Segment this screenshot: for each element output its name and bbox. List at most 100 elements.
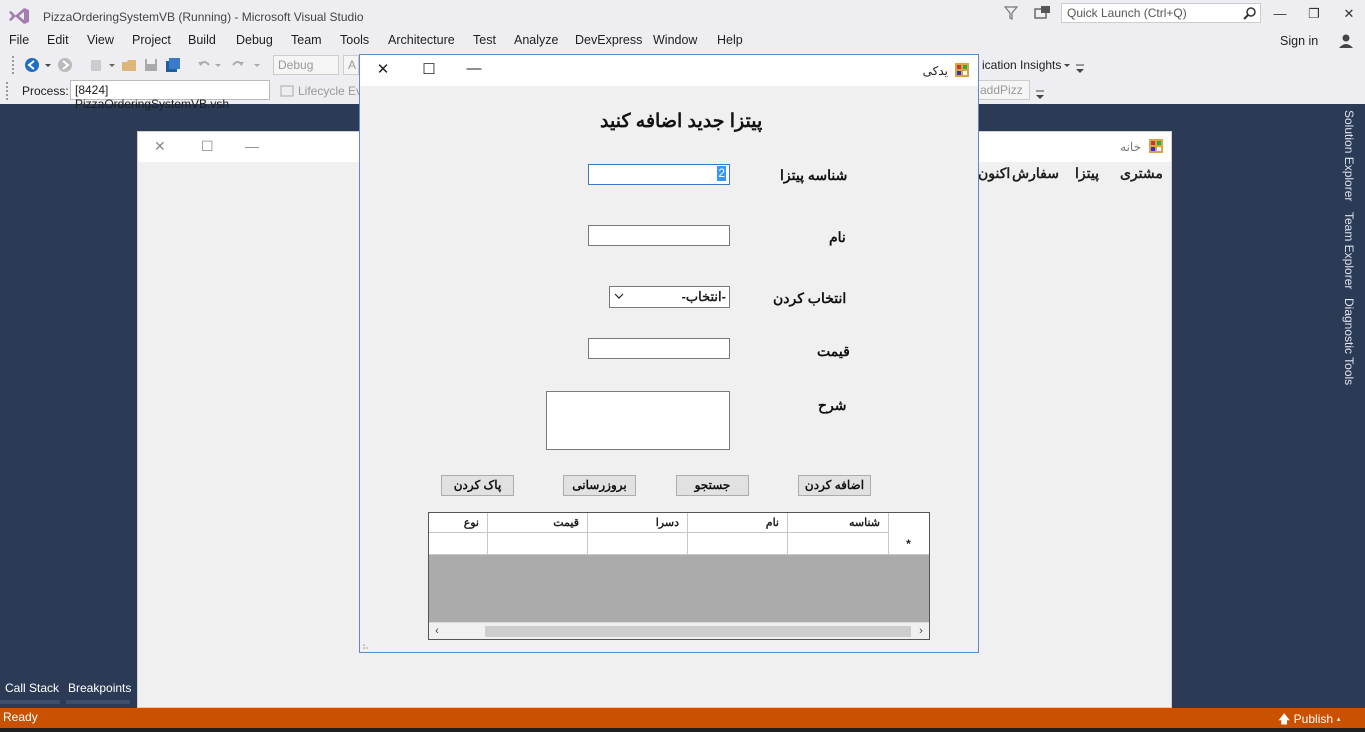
menu-bar: File Edit View Project Build Debug Team … xyxy=(0,32,1365,52)
new-dropdown-icon[interactable] xyxy=(108,57,116,73)
new-project-icon[interactable] xyxy=(88,57,104,73)
bottom-tool-tabs: Call Stack Breakpoints xyxy=(0,678,136,708)
scroll-left-icon[interactable]: ‹ xyxy=(431,625,443,637)
pizza-id-input[interactable]: 2 xyxy=(588,164,730,185)
home-menu-pizza[interactable]: پیتزا xyxy=(1075,165,1099,182)
menu-team[interactable]: Team xyxy=(291,33,322,47)
menu-view[interactable]: View xyxy=(87,33,114,47)
open-folder-icon[interactable] xyxy=(121,57,137,73)
price-input[interactable] xyxy=(588,338,730,359)
grid-cell-id[interactable] xyxy=(788,533,889,555)
menu-tools[interactable]: Tools xyxy=(340,33,369,47)
add-button[interactable]: اضافه کردن xyxy=(798,475,871,496)
tab-diagnostic-tools[interactable]: Diagnostic Tools xyxy=(1342,298,1356,385)
save-all-icon[interactable] xyxy=(165,57,181,73)
filter-icon[interactable] xyxy=(1003,5,1019,21)
menu-edit[interactable]: Edit xyxy=(47,33,69,47)
home-form-title: خانه xyxy=(1120,140,1141,154)
application-insights-button[interactable]: ication Insights xyxy=(982,58,1061,72)
menu-architecture[interactable]: Architecture xyxy=(388,33,455,47)
search-icon[interactable] xyxy=(1243,6,1257,20)
home-menu-now[interactable]: اکنون xyxy=(978,165,1010,182)
person-icon[interactable] xyxy=(1337,33,1355,49)
navigate-back-icon[interactable] xyxy=(24,57,40,73)
home-menu-customer[interactable]: مشتری xyxy=(1120,165,1163,182)
grid-horizontal-scrollbar[interactable]: ‹ › xyxy=(429,622,929,639)
quick-launch-input[interactable]: Quick Launch (Ctrl+Q) xyxy=(1061,3,1261,23)
grid-header-price[interactable]: قیمت xyxy=(488,513,588,533)
grid-cell-price[interactable] xyxy=(488,533,588,555)
grid-header-name[interactable]: نام xyxy=(688,513,788,533)
thread-value: addPizz xyxy=(980,83,1023,97)
lifecycle-events-icon[interactable] xyxy=(279,83,295,99)
toolbar-grip[interactable] xyxy=(12,56,16,74)
save-icon[interactable] xyxy=(143,57,159,73)
grid-header-dessert[interactable]: دسرا xyxy=(588,513,688,533)
grid-cell-dessert[interactable] xyxy=(588,533,688,555)
menu-project[interactable]: Project xyxy=(132,33,171,47)
grid-cell-type[interactable] xyxy=(429,533,488,555)
status-ready-text: Ready xyxy=(3,710,38,724)
undo-icon[interactable] xyxy=(196,57,212,73)
visual-studio-logo-icon xyxy=(9,8,29,24)
restore-button[interactable]: ❐ xyxy=(1302,4,1326,24)
home-minimize-button[interactable]: — xyxy=(245,138,259,154)
table-row[interactable]: * xyxy=(429,533,929,555)
solution-platform-select[interactable]: A xyxy=(343,55,359,75)
redo-dropdown-icon[interactable] xyxy=(253,57,261,73)
menu-file[interactable]: File xyxy=(9,33,29,47)
navigate-forward-icon[interactable] xyxy=(57,57,73,73)
menu-help[interactable]: Help xyxy=(717,33,743,47)
app-insights-dropdown-icon[interactable] xyxy=(1063,57,1071,73)
update-button[interactable]: بروزرسانی xyxy=(563,475,636,496)
process-select[interactable]: [8424] PizzaOrderingSystemVB.vsh xyxy=(70,80,270,111)
dialog-maximize-button[interactable]: ☐ xyxy=(414,60,444,80)
close-button[interactable]: ✕ xyxy=(1337,4,1361,24)
search-button[interactable]: جستجو xyxy=(676,475,749,496)
new-row-marker[interactable]: * xyxy=(888,533,929,555)
scroll-right-icon[interactable]: › xyxy=(915,625,927,637)
tab-breakpoints[interactable]: Breakpoints xyxy=(68,681,131,695)
grid-header-id[interactable]: شناسه xyxy=(788,513,889,533)
dialog-close-button[interactable]: ✕ xyxy=(368,60,398,80)
tab-solution-explorer[interactable]: Solution Explorer xyxy=(1342,110,1356,201)
scrollbar-thumb[interactable] xyxy=(485,626,911,637)
menu-debug[interactable]: Debug xyxy=(236,33,273,47)
pizza-data-grid[interactable]: شناسه نام دسرا قیمت نوع * ‹ › xyxy=(428,512,930,640)
back-dropdown-icon[interactable] xyxy=(44,57,52,73)
clear-button[interactable]: پاک کردن xyxy=(441,475,514,496)
home-close-button[interactable]: ✕ xyxy=(154,138,166,155)
grid-header-type[interactable]: نوع xyxy=(429,513,488,533)
thread-select[interactable]: addPizz xyxy=(975,80,1030,100)
resize-grip-icon[interactable] xyxy=(362,640,372,650)
menu-devexpress[interactable]: DevExpress xyxy=(575,33,642,47)
menu-analyze[interactable]: Analyze xyxy=(514,33,558,47)
toolbar-options-icon[interactable] xyxy=(1075,61,1085,77)
menu-test[interactable]: Test xyxy=(473,33,496,47)
minimize-button[interactable]: — xyxy=(1268,4,1292,24)
price-label: قیمت xyxy=(817,343,850,359)
home-maximize-button[interactable]: ☐ xyxy=(201,138,214,155)
redo-icon[interactable] xyxy=(230,57,246,73)
tab-call-stack[interactable]: Call Stack xyxy=(5,681,59,695)
pizza-id-value: 2 xyxy=(717,166,726,181)
undo-dropdown-icon[interactable] xyxy=(214,57,222,73)
dialog-minimize-button[interactable]: — xyxy=(459,60,489,80)
toolbar-options-icon-2[interactable] xyxy=(1035,87,1045,103)
tab-team-explorer[interactable]: Team Explorer xyxy=(1342,212,1356,289)
category-select[interactable]: -انتخاب- xyxy=(609,286,730,308)
toolbar-grip-2[interactable] xyxy=(6,82,10,100)
solution-configuration-select[interactable]: Debug xyxy=(273,55,339,75)
home-menu-order[interactable]: سفارش xyxy=(1012,165,1059,182)
call-stack-tab-indicator xyxy=(0,700,60,704)
status-bar: Ready 🡅 Publish ▴ xyxy=(0,708,1365,728)
menu-build[interactable]: Build xyxy=(188,33,216,47)
sign-in-link[interactable]: Sign in xyxy=(1280,34,1318,48)
menu-window[interactable]: Window xyxy=(653,33,697,47)
notifications-icon[interactable] xyxy=(1034,5,1052,21)
lifecycle-events-button[interactable]: Lifecycle Ev xyxy=(298,84,362,98)
dialog-titlebar: ✕ ☐ — یدکی xyxy=(360,55,978,86)
name-input[interactable] xyxy=(588,225,730,246)
description-textarea[interactable] xyxy=(546,391,730,450)
grid-cell-name[interactable] xyxy=(688,533,788,555)
